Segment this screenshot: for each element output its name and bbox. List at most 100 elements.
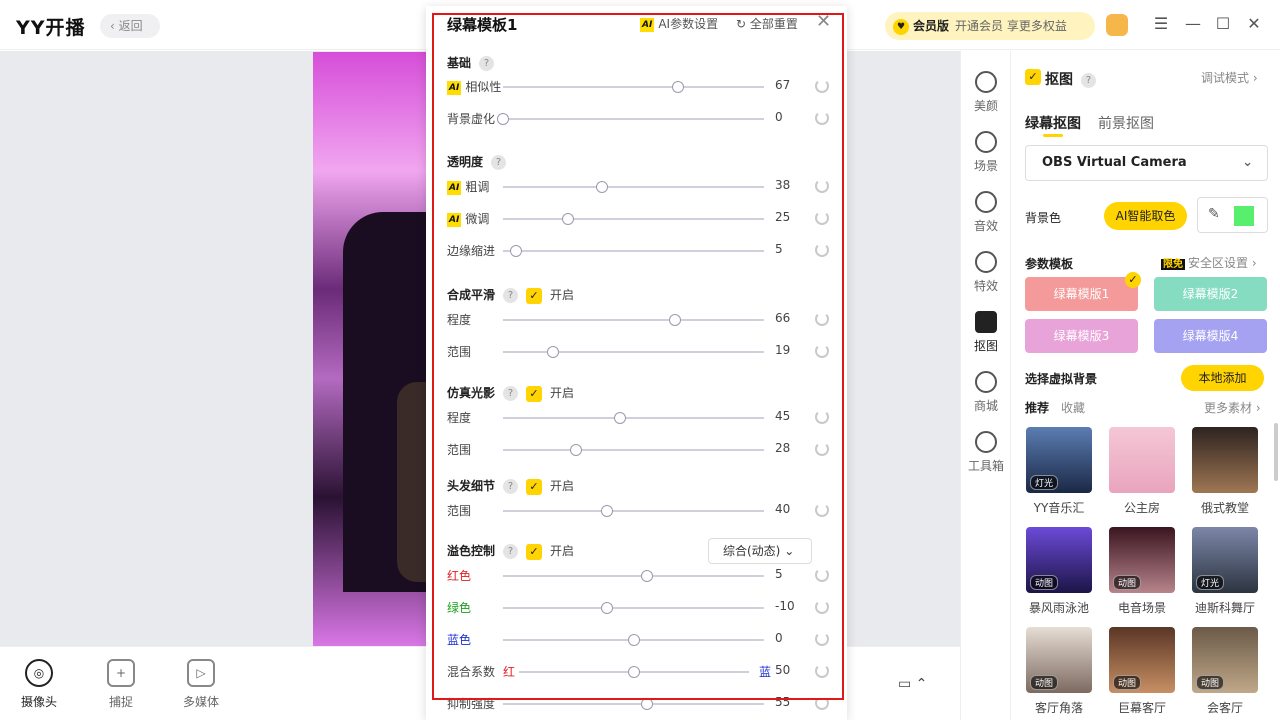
- tab-foreground[interactable]: 前景抠图: [1098, 113, 1154, 133]
- safe-zone-link[interactable]: 限免 安全区设置 ›: [1161, 254, 1257, 271]
- cutout-checkbox[interactable]: ✓: [1025, 69, 1041, 85]
- reset-icon[interactable]: [815, 211, 829, 225]
- menu-icon[interactable]: ☰: [1150, 13, 1172, 35]
- nav-item-sound[interactable]: 音效: [961, 191, 1011, 234]
- background-thumbnail[interactable]: 灯光: [1192, 527, 1258, 593]
- reset-icon[interactable]: [815, 696, 829, 710]
- nav-item-smile[interactable]: 美颜: [961, 71, 1011, 114]
- media-button[interactable]: ▷ 多媒体: [171, 659, 231, 710]
- reset-icon[interactable]: [815, 410, 829, 424]
- minimize-icon[interactable]: —: [1182, 13, 1204, 35]
- cutout-toggle[interactable]: ✓: [1025, 69, 1041, 85]
- color-swatch[interactable]: [1234, 206, 1254, 226]
- slider-track-coarse[interactable]: [503, 181, 764, 193]
- spill-checkbox[interactable]: ✓: [526, 543, 543, 560]
- reset-icon[interactable]: [815, 111, 829, 125]
- slider-thumb[interactable]: [640, 698, 653, 710]
- local-add-button[interactable]: 本地添加: [1181, 365, 1264, 391]
- tab-green-screen[interactable]: 绿幕抠图: [1025, 113, 1081, 133]
- slider-track-light_range[interactable]: [503, 444, 764, 456]
- nav-item-shop[interactable]: 商城: [961, 371, 1011, 414]
- help-icon[interactable]: ?: [1081, 72, 1096, 88]
- slider-track-fine[interactable]: [503, 213, 764, 225]
- help-icon[interactable]: ?: [479, 56, 495, 71]
- reset-icon[interactable]: [815, 344, 829, 358]
- reset-icon[interactable]: [815, 179, 829, 193]
- slider-thumb[interactable]: [596, 181, 609, 193]
- camera-button[interactable]: ◎ 摄像头: [9, 659, 69, 710]
- reset-icon[interactable]: [815, 632, 829, 646]
- capture-button[interactable]: + 捕捉: [91, 659, 151, 710]
- reset-icon[interactable]: [815, 243, 829, 257]
- back-button[interactable]: ‹ 返回: [100, 14, 160, 38]
- background-thumbnail[interactable]: 灯光: [1026, 427, 1092, 493]
- slider-track-blue[interactable]: [503, 634, 764, 646]
- close-icon[interactable]: ✕: [1243, 13, 1265, 35]
- tab-favorite[interactable]: 收藏: [1061, 399, 1085, 416]
- slider-thumb[interactable]: [510, 245, 523, 257]
- light-checkbox[interactable]: ✓: [526, 385, 543, 402]
- help-icon[interactable]: ?: [503, 288, 519, 303]
- reset-icon[interactable]: [815, 664, 829, 678]
- background-thumbnail[interactable]: 动图: [1026, 527, 1092, 593]
- slider-track-red[interactable]: [503, 570, 764, 582]
- slider-thumb[interactable]: [628, 666, 640, 678]
- dialog-close-icon[interactable]: ✕: [816, 11, 831, 32]
- video-camera-icon[interactable]: ▭ ⌃: [898, 676, 927, 692]
- ai-pick-color-button[interactable]: AI智能取色: [1104, 202, 1187, 230]
- slider-track-similarity[interactable]: [503, 81, 764, 93]
- slider-thumb[interactable]: [627, 634, 640, 646]
- reset-icon[interactable]: [815, 503, 829, 517]
- vip-banner[interactable]: ♥ 会员版 开通会员 享更多权益: [885, 12, 1095, 40]
- eyedropper-icon[interactable]: ✎: [1208, 206, 1220, 222]
- slider-thumb[interactable]: [497, 113, 509, 125]
- slider-thumb[interactable]: [570, 444, 583, 456]
- slider-thumb[interactable]: [546, 346, 559, 358]
- debug-mode-link[interactable]: 调试模式 ›: [1201, 69, 1258, 86]
- reset-icon[interactable]: [815, 568, 829, 582]
- hair-checkbox[interactable]: ✓: [526, 478, 543, 495]
- background-thumbnail[interactable]: 动图: [1192, 627, 1258, 693]
- template-button-2[interactable]: 绿幕模版2: [1154, 277, 1267, 311]
- background-thumbnail[interactable]: 动图: [1026, 627, 1092, 693]
- nav-item-sparkle[interactable]: 特效: [961, 251, 1011, 294]
- nav-item-cutout[interactable]: 抠图: [961, 311, 1011, 354]
- background-thumbnail[interactable]: 动图: [1109, 627, 1175, 693]
- slider-track-blur[interactable]: [497, 113, 764, 125]
- template-button-1[interactable]: 绿幕模版1: [1025, 277, 1138, 311]
- help-icon[interactable]: ?: [503, 544, 519, 559]
- reset-icon[interactable]: [815, 312, 829, 326]
- reset-icon[interactable]: [815, 600, 829, 614]
- reset-icon[interactable]: [815, 442, 829, 456]
- ai-settings-button[interactable]: AI AI参数设置: [640, 15, 718, 32]
- slider-track-hair_range[interactable]: [503, 505, 764, 517]
- nav-item-layers[interactable]: 场景: [961, 131, 1011, 174]
- spill-mode-select[interactable]: 综合(动态) ⌄: [708, 538, 812, 564]
- slider-track-smooth_degree[interactable]: [503, 314, 764, 326]
- camera-select[interactable]: OBS Virtual Camera ⌄: [1025, 145, 1268, 181]
- slider-track-smooth_range[interactable]: [503, 346, 764, 358]
- slider-thumb[interactable]: [640, 570, 653, 582]
- slider-thumb[interactable]: [601, 505, 614, 517]
- background-thumbnail[interactable]: [1192, 427, 1258, 493]
- reset-all-button[interactable]: ↻ 全部重置: [736, 15, 798, 32]
- help-icon[interactable]: ?: [503, 386, 519, 401]
- maximize-icon[interactable]: ☐: [1212, 13, 1234, 35]
- slider-track-green[interactable]: [503, 602, 764, 614]
- slider-thumb[interactable]: [669, 314, 682, 326]
- slider-track-light_degree[interactable]: [503, 412, 764, 424]
- template-button-4[interactable]: 绿幕模版4: [1154, 319, 1267, 353]
- more-materials-link[interactable]: 更多素材 ›: [1204, 399, 1261, 416]
- template-button-3[interactable]: 绿幕模版3: [1025, 319, 1138, 353]
- background-thumbnail[interactable]: 动图: [1109, 527, 1175, 593]
- slider-thumb[interactable]: [614, 412, 627, 424]
- slider-thumb[interactable]: [671, 81, 684, 93]
- slider-track-mix[interactable]: [519, 666, 749, 678]
- reset-icon[interactable]: [815, 79, 829, 93]
- slider-thumb[interactable]: [562, 213, 575, 225]
- help-icon[interactable]: ?: [491, 155, 507, 170]
- help-icon[interactable]: ?: [503, 479, 519, 494]
- scrollbar[interactable]: [1274, 423, 1278, 481]
- slider-track-suppress[interactable]: [503, 698, 764, 710]
- color-picker[interactable]: ✎: [1197, 197, 1268, 233]
